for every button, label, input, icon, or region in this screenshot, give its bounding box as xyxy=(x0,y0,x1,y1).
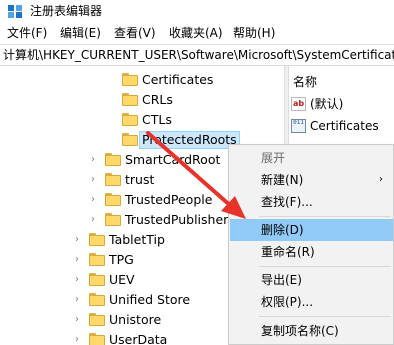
folder-icon xyxy=(122,73,138,86)
column-header-name[interactable]: 名称 xyxy=(293,73,317,90)
menu-item-label: 新建(N) xyxy=(261,173,304,187)
tree-item-label: Certificates xyxy=(142,72,214,87)
tree-item[interactable]: CRLs xyxy=(0,90,280,110)
tree-item-label: UEV xyxy=(109,272,135,287)
menu-item-label: 重命名(R) xyxy=(261,245,315,259)
tree-item-label: CRLs xyxy=(142,92,173,107)
string-value-icon: ab xyxy=(291,97,306,111)
value-name: Certificates xyxy=(310,119,379,133)
folder-icon xyxy=(89,313,105,326)
chevron-right-icon[interactable]: › xyxy=(75,252,85,268)
menu-item-label: 权限(P)... xyxy=(261,295,314,309)
chevron-right-icon[interactable]: › xyxy=(75,332,85,345)
menu-item-copy-key-name[interactable]: 复制项名称(C) xyxy=(230,320,393,342)
tree-item[interactable]: CTLs xyxy=(0,110,280,130)
menu-favorites[interactable]: 收藏夹(A) xyxy=(169,25,223,41)
tree-item-label: CTLs xyxy=(142,112,172,127)
folder-icon xyxy=(105,173,121,186)
menu-item-label: 复制项名称(C) xyxy=(261,324,339,338)
folder-icon xyxy=(89,233,105,246)
menu-item-label: 展开 xyxy=(261,151,286,165)
menu-bar: 文件(F) 编辑(E) 查看(V) 收藏夹(A) 帮助(H) xyxy=(0,22,394,44)
menu-help[interactable]: 帮助(H) xyxy=(233,25,275,41)
regedit-icon xyxy=(8,5,22,18)
window-title: 注册表编辑器 xyxy=(30,4,103,18)
tree-item-label: Unistore xyxy=(109,312,162,327)
tree-item-label: SmartCardRoot xyxy=(125,152,221,167)
tree-item[interactable]: Certificates xyxy=(0,70,280,90)
folder-icon xyxy=(89,293,105,306)
menu-separator xyxy=(259,266,391,267)
folder-icon xyxy=(105,193,121,206)
menu-view[interactable]: 查看(V) xyxy=(114,25,156,41)
menu-item-expand[interactable]: 展开 xyxy=(230,147,393,169)
menu-item-label: 删除(D) xyxy=(261,223,304,237)
tree-item-label: TPG xyxy=(109,252,134,267)
folder-icon xyxy=(89,253,105,266)
value-name: (默认) xyxy=(310,97,344,111)
folder-icon xyxy=(89,333,105,345)
chevron-right-icon[interactable]: › xyxy=(91,152,101,168)
tree-item-label: TrustedPeople xyxy=(125,192,213,207)
binary-value-icon: 011 xyxy=(291,119,306,133)
menu-item-permissions[interactable]: 权限(P)... xyxy=(230,291,393,313)
tree-item-label: Unified Store xyxy=(109,292,191,307)
list-item[interactable]: 011 Certificates xyxy=(291,116,394,136)
menu-item-new[interactable]: 新建(N) › xyxy=(230,169,393,191)
tree-item-label: trust xyxy=(125,172,155,187)
title-bar: 注册表编辑器 xyxy=(0,0,394,22)
list-item[interactable]: ab (默认) xyxy=(291,94,394,114)
folder-icon xyxy=(122,93,138,106)
chevron-right-icon[interactable]: › xyxy=(75,232,85,248)
menu-item-label: 导出(E) xyxy=(261,273,302,287)
menu-item-export[interactable]: 导出(E) xyxy=(230,269,393,291)
chevron-right-icon[interactable]: › xyxy=(75,292,85,308)
chevron-right-icon[interactable]: › xyxy=(91,172,101,188)
tree-item-label: ProtectedRoots xyxy=(139,131,240,149)
menu-item-find[interactable]: 查找(F)... xyxy=(230,191,393,213)
folder-icon xyxy=(105,213,121,226)
folder-icon xyxy=(122,133,138,146)
chevron-right-icon[interactable]: › xyxy=(75,312,85,328)
context-menu: 展开 新建(N) › 查找(F)... 删除(D) 重命名(R) 导出(E) 权… xyxy=(228,144,394,345)
menu-item-delete[interactable]: 删除(D) xyxy=(230,219,393,241)
tree-item-label: TabletTip xyxy=(109,232,165,247)
address-path[interactable]: 计算机\HKEY_CURRENT_USER\Software\Microsoft… xyxy=(3,48,394,63)
chevron-right-icon[interactable]: › xyxy=(91,212,101,228)
menu-item-rename[interactable]: 重命名(R) xyxy=(230,241,393,263)
menu-item-label: 查找(F)... xyxy=(261,195,313,209)
menu-separator xyxy=(259,216,391,217)
folder-icon xyxy=(89,273,105,286)
tree-item-label: TrustedPublisher xyxy=(125,212,229,227)
address-bar[interactable]: 计算机\HKEY_CURRENT_USER\Software\Microsoft… xyxy=(0,44,394,66)
chevron-right-icon: › xyxy=(379,174,383,185)
menu-edit[interactable]: 编辑(E) xyxy=(60,25,101,41)
folder-icon xyxy=(122,113,138,126)
tree-item-label: UserData xyxy=(109,332,168,345)
chevron-right-icon[interactable]: › xyxy=(75,272,85,288)
menu-separator xyxy=(259,316,391,317)
chevron-right-icon[interactable]: › xyxy=(91,192,101,208)
folder-icon xyxy=(105,153,121,166)
menu-file[interactable]: 文件(F) xyxy=(7,25,47,41)
